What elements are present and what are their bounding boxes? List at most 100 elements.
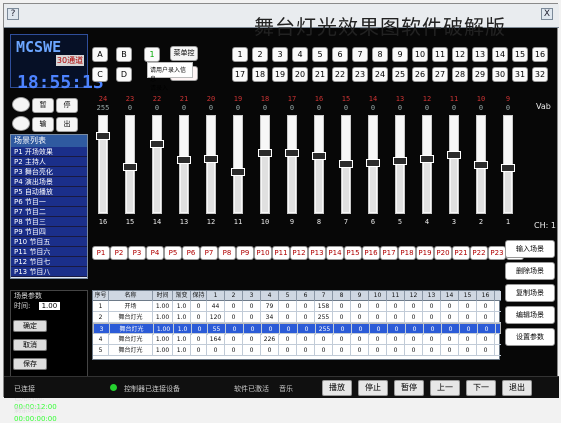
fader-track[interactable] (150, 115, 164, 214)
table-cell[interactable]: 0 (423, 345, 441, 356)
bottom-number-button[interactable]: 32 (532, 67, 548, 82)
top-number-button[interactable]: 7 (352, 47, 368, 62)
preset-button[interactable]: P7 (200, 246, 218, 260)
table-cell[interactable]: 0 (459, 334, 477, 345)
bottom-number-button[interactable]: 24 (372, 67, 388, 82)
table-cell[interactable]: 1.0 (173, 334, 191, 345)
btn-C[interactable]: C (92, 67, 108, 82)
table-row[interactable]: 5 舞台灯光 1.00 1.0 0 0 0 0 0 0 0 0 0 0 0 0 0 0 0 0 0 (93, 345, 501, 356)
preset-button[interactable]: P19 (416, 246, 434, 260)
bottom-number-button[interactable]: 23 (352, 67, 368, 82)
scene-list-item[interactable]: P4 演出场景 (11, 177, 87, 187)
scene-list-item[interactable]: P7 节目二 (11, 207, 87, 217)
table-cell[interactable]: 0 (243, 312, 261, 323)
close-button[interactable]: X (541, 8, 553, 20)
fader-channel[interactable]: 13 0 5 (389, 95, 411, 235)
right-panel-button[interactable]: 复制场景 (505, 284, 555, 302)
help-button[interactable]: ? (7, 8, 19, 20)
table-cell[interactable]: 0 (243, 301, 261, 312)
table-cell[interactable]: 1.0 (173, 312, 191, 323)
top-number-button[interactable]: 9 (392, 47, 408, 62)
preset-button[interactable]: P11 (272, 246, 290, 260)
fader-knob[interactable] (150, 140, 164, 148)
fader-channel[interactable]: 10 0 2 (470, 95, 492, 235)
preset-button[interactable]: P20 (434, 246, 452, 260)
btn-left-1[interactable]: 暂 (32, 98, 54, 113)
table-cell[interactable]: 0 (405, 334, 423, 345)
table-cell[interactable]: 0 (191, 345, 207, 356)
fader-knob[interactable] (339, 160, 353, 168)
bottom-number-button[interactable]: 19 (272, 67, 288, 82)
scene-list-item[interactable]: P8 节目三 (11, 217, 87, 227)
table-cell[interactable]: 0 (261, 345, 279, 356)
top-number-button[interactable]: 6 (332, 47, 348, 62)
table-cell[interactable]: 开场 (109, 301, 153, 312)
table-row[interactable]: 2 舞台灯光 1.00 1.0 0 120 0 0 34 0 0 255 0 0 0 0 0 0 0 0 0 (93, 312, 501, 323)
table-cell[interactable]: 0 (441, 345, 459, 356)
preset-button[interactable]: P12 (290, 246, 308, 260)
table-cell[interactable]: 0 (369, 301, 387, 312)
fader-track[interactable] (501, 115, 515, 214)
table-cell[interactable]: 0 (441, 312, 459, 323)
table-cell[interactable]: 0 (477, 345, 495, 356)
preset-button[interactable]: P8 (218, 246, 236, 260)
table-cell[interactable]: 0 (297, 345, 315, 356)
top-number-button[interactable]: 10 (412, 47, 428, 62)
table-cell[interactable]: 0 (225, 312, 243, 323)
preset-button[interactable]: P10 (254, 246, 272, 260)
fader-track[interactable] (474, 115, 488, 214)
bottom-number-button[interactable]: 20 (292, 67, 308, 82)
table-cell[interactable]: 0 (279, 334, 297, 345)
bottom-number-button[interactable]: 18 (252, 67, 268, 82)
table-cell[interactable]: 34 (261, 312, 279, 323)
table-cell[interactable]: 舞台灯光 (109, 345, 153, 356)
pause-button[interactable]: 暂停 (394, 380, 424, 396)
table-cell[interactable]: 0 (387, 345, 405, 356)
preset-button[interactable]: P6 (182, 246, 200, 260)
scene-list-item[interactable]: P10 节目五 (11, 237, 87, 247)
table-cell[interactable]: 舞台灯光 (109, 334, 153, 345)
fader-track[interactable] (231, 115, 245, 214)
table-cell[interactable]: 120 (207, 312, 225, 323)
fader-channel[interactable]: 23 0 15 (119, 95, 141, 235)
table-cell[interactable]: 0 (279, 312, 297, 323)
bottom-number-button[interactable]: 21 (312, 67, 328, 82)
prev-button[interactable]: 上一 (430, 380, 460, 396)
table-cell[interactable]: 1.00 (153, 312, 173, 323)
table-cell[interactable]: 0 (225, 334, 243, 345)
table-cell[interactable]: 0 (423, 301, 441, 312)
table-cell[interactable]: 0 (243, 345, 261, 356)
table-cell[interactable]: 0 (423, 312, 441, 323)
fader-track[interactable] (123, 115, 137, 214)
fader-channel[interactable]: 19 0 11 (227, 95, 249, 235)
btn-left-3[interactable]: 输 (32, 117, 54, 132)
table-cell[interactable]: 1.0 (173, 301, 191, 312)
preset-button[interactable]: P2 (110, 246, 128, 260)
bottom-number-button[interactable]: 25 (392, 67, 408, 82)
table-cell[interactable]: 0 (297, 312, 315, 323)
bottom-number-button[interactable]: 31 (512, 67, 528, 82)
top-number-button[interactable]: 14 (492, 47, 508, 62)
top-number-button[interactable]: 4 (292, 47, 308, 62)
table-row[interactable]: 1 开场 1.00 1.0 0 44 0 0 79 0 0 158 0 0 0 0 0 0 0 0 0 (93, 301, 501, 312)
table-cell[interactable]: 0 (369, 345, 387, 356)
preset-button[interactable]: P14 (326, 246, 344, 260)
preset-button[interactable]: P4 (146, 246, 164, 260)
preset-button[interactable]: P18 (398, 246, 416, 260)
fader-channel[interactable]: 21 0 13 (173, 95, 195, 235)
preset-button[interactable]: P5 (164, 246, 182, 260)
bottom-number-button[interactable]: 26 (412, 67, 428, 82)
table-cell[interactable]: 164 (207, 334, 225, 345)
table-cell[interactable]: 0 (225, 345, 243, 356)
next-button[interactable]: 下一 (466, 380, 496, 396)
menu-button[interactable]: 菜单控 (170, 46, 198, 61)
right-panel-button[interactable]: 输入场景 (505, 240, 555, 258)
table-cell[interactable]: 0 (405, 301, 423, 312)
table-cell[interactable]: 0 (225, 301, 243, 312)
right-panel-button[interactable]: 删除场景 (505, 262, 555, 280)
scene-list-item[interactable]: P3 舞台亮化 (11, 167, 87, 177)
top-number-button[interactable]: 1 (232, 47, 248, 62)
table-cell[interactable]: 1.0 (173, 345, 191, 356)
btn-one[interactable]: 1 (144, 47, 160, 62)
table-cell[interactable]: 4 (93, 334, 109, 345)
